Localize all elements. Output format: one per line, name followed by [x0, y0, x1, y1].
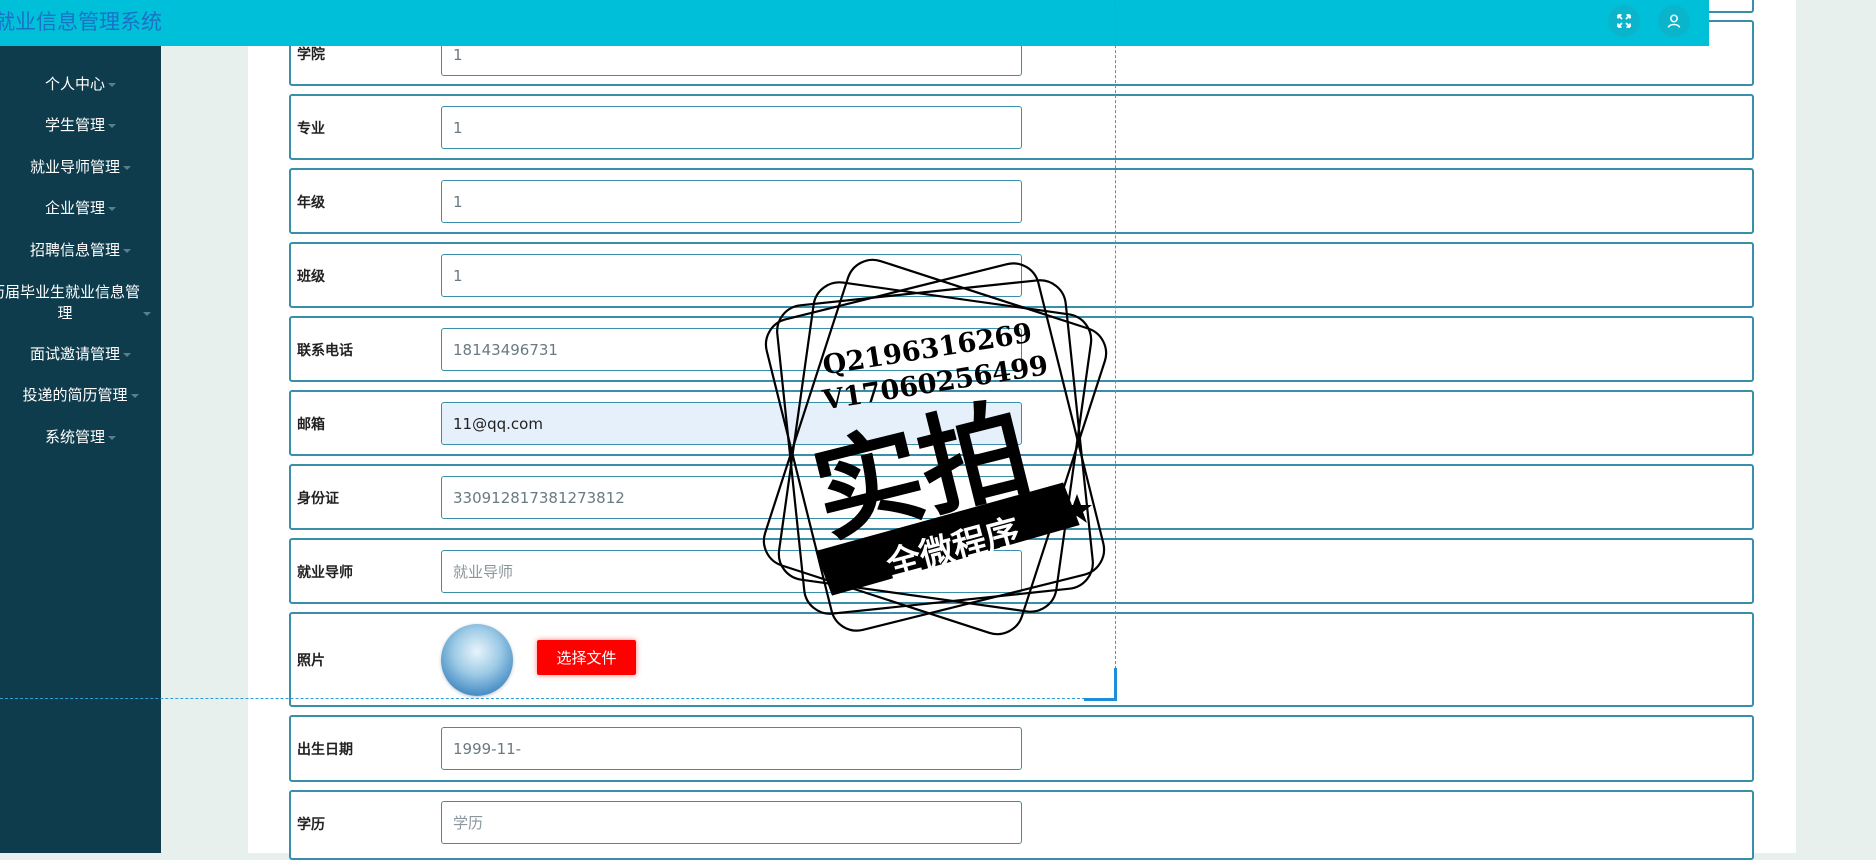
field-label: 就业导师 [297, 565, 353, 581]
selection-guide-vertical [1115, 0, 1116, 699]
chevron-down-icon [130, 393, 139, 398]
topbar: 就业信息管理系统 [0, 0, 1709, 46]
field-label: 年级 [297, 195, 325, 211]
grade-input[interactable] [441, 180, 1022, 223]
form-row-grade: 年级 [289, 168, 1754, 234]
form-row-photo: 照片 选择文件 [289, 612, 1754, 707]
field-label: 学历 [297, 817, 325, 833]
sidebar-item-label: 就业导师管理 [29, 158, 120, 176]
major-input[interactable] [441, 106, 1022, 149]
chevron-down-icon [123, 352, 131, 357]
user-icon [1667, 14, 1681, 28]
form-row-email: 邮箱 [289, 390, 1754, 456]
field-label: 邮箱 [297, 417, 325, 433]
sidebar-item-label: 学生管理 [44, 116, 105, 134]
chevron-down-icon [123, 165, 131, 170]
sidebar-item-label: 系统管理 [44, 428, 105, 446]
form-row-birth-date: 出生日期 [289, 715, 1754, 782]
sidebar-item-label: 企业管理 [44, 199, 105, 217]
sidebar-item-label: 投递的简历管理 [22, 386, 128, 404]
form-row-education: 学历 [289, 790, 1754, 860]
email-input[interactable] [441, 402, 1022, 445]
sidebar-item-label: 面试邀请管理 [29, 345, 120, 363]
chevron-down-icon [108, 123, 116, 128]
fullscreen-icon [1617, 14, 1631, 28]
chevron-down-icon [108, 82, 116, 87]
field-label: 班级 [297, 269, 325, 285]
form-row-tutor: 就业导师 [289, 538, 1754, 604]
chevron-down-icon [143, 311, 151, 316]
education-input[interactable] [441, 801, 1022, 844]
sidebar-item-company-management[interactable]: 企业管理 [0, 198, 161, 219]
field-label: 出生日期 [297, 742, 353, 758]
sidebar-item-interview-management[interactable]: 面试邀请管理 [0, 344, 161, 365]
class-input[interactable] [441, 254, 1022, 297]
photo-preview [441, 624, 513, 696]
sidebar-item-recruitment-management[interactable]: 招聘信息管理 [0, 240, 161, 261]
field-label: 学院 [297, 47, 325, 63]
sidebar-item-student-management[interactable]: 学生管理 [0, 115, 161, 136]
sidebar: 个人中心 学生管理 就业导师管理 企业管理 招聘信息管理 历届毕业生就业信息管理… [0, 0, 161, 853]
birth-date-input[interactable] [441, 727, 1022, 770]
chevron-down-icon [123, 248, 131, 253]
sidebar-item-label: 个人中心 [44, 75, 105, 93]
sidebar-item-system-management[interactable]: 系统管理 [0, 427, 161, 448]
selection-guide-horizontal [0, 698, 1115, 699]
sidebar-item-personal-center[interactable]: 个人中心 [0, 74, 161, 95]
sidebar-item-graduate-employment[interactable]: 历届毕业生就业信息管理 [0, 282, 151, 324]
form-row-id-card: 身份证 [289, 464, 1754, 530]
form-row-major: 专业 [289, 94, 1754, 160]
sidebar-item-label: 历届毕业生就业信息管理 [0, 283, 141, 322]
sidebar-item-label: 招聘信息管理 [29, 241, 120, 259]
sidebar-item-tutor-management[interactable]: 就业导师管理 [0, 157, 161, 178]
chevron-down-icon [108, 435, 116, 440]
form-row-class: 班级 [289, 242, 1754, 308]
form-row-phone: 联系电话 [289, 316, 1754, 382]
tutor-input[interactable] [441, 550, 1022, 593]
field-label: 联系电话 [297, 343, 353, 359]
id-card-input[interactable] [441, 476, 1022, 519]
field-label: 身份证 [297, 491, 339, 507]
selection-corner-handle[interactable] [1084, 668, 1117, 701]
chevron-down-icon [108, 206, 116, 211]
field-label: 专业 [297, 121, 325, 137]
choose-file-button[interactable]: 选择文件 [537, 640, 636, 675]
sidebar-item-resume-management[interactable]: 投递的简历管理 [0, 385, 161, 406]
fullscreen-button[interactable] [1608, 5, 1640, 37]
user-button[interactable] [1658, 5, 1690, 37]
app-title: 就业信息管理系统 [0, 10, 162, 34]
phone-input[interactable] [441, 328, 1022, 371]
field-label: 照片 [297, 653, 325, 669]
